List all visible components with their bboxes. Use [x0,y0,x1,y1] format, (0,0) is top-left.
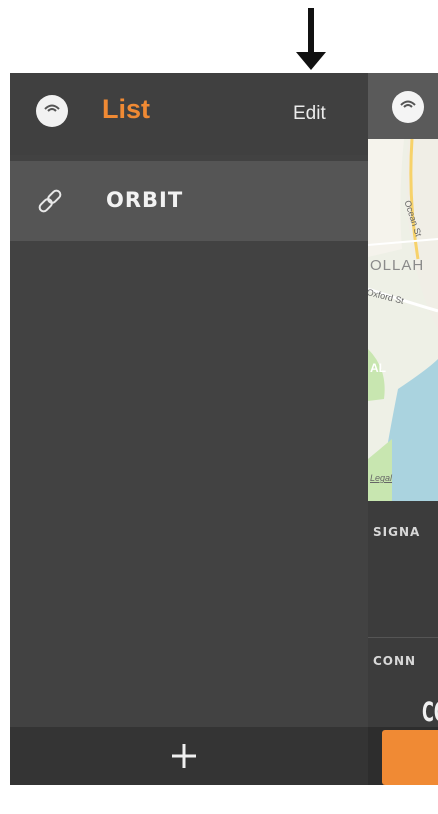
map-tiles [368,138,438,501]
arrow-down-icon [296,8,326,70]
drawer-header: List Edit [10,73,368,155]
link-icon [38,189,62,213]
signal-section-label: SIGNA [373,525,421,539]
device-list-drawer: List Edit ORBIT [10,73,368,785]
device-detail-panel[interactable]: Ocean St OLLAH Oxford St AL Legal SIGNA … [368,73,438,785]
page-title: List [102,94,151,124]
edit-button[interactable]: Edit [293,103,326,125]
map-view[interactable]: Ocean St OLLAH Oxford St AL Legal [368,138,438,501]
detail-header [368,73,438,139]
map-area-label: AL [370,361,386,375]
list-item[interactable]: ORBIT [10,161,368,241]
connection-section-label: CONN [373,654,417,668]
wifi-signal-icon [36,95,68,127]
detail-footer [368,727,438,785]
wifi-signal-icon [392,91,424,123]
drawer-footer [10,727,368,785]
device-name: ORBIT [106,188,184,212]
map-legal-link[interactable]: Legal [370,473,392,483]
map-area-label: OLLAH [370,257,425,274]
plus-icon[interactable] [164,736,204,776]
connection-status-value: CO [422,697,438,728]
divider [368,637,438,638]
action-button[interactable] [382,730,438,785]
screen: List Edit ORBIT Ocean St OLLAH Oxford St… [0,0,438,814]
